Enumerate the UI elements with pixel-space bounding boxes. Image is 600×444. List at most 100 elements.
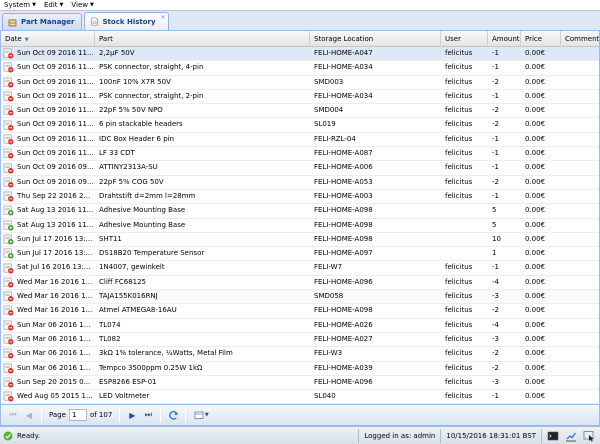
column-header-location[interactable]: Storage Location (310, 31, 441, 47)
table-row[interactable]: Sun Jul 17 2016 13:... SHT11 FELI-HOME-A09… (1, 233, 599, 248)
cell-date-text: Sun Oct 09 2016 11... (17, 63, 94, 72)
cell-part: PSK connector, straight, 2-pin (99, 91, 204, 100)
column-header-price[interactable]: Price (521, 31, 561, 47)
cell-part: TL074 (99, 320, 121, 329)
cell-date: Wed Mar 16 2016 1... (1, 276, 95, 289)
page-count-label: of 107 (89, 411, 113, 419)
column-header-amount[interactable]: Amount (488, 31, 521, 47)
cell-comment (561, 104, 599, 117)
cell-user: felicitus (445, 134, 473, 143)
refresh-icon[interactable] (167, 409, 179, 421)
cell-price: 0.00€ (525, 49, 546, 57)
tab-part-manager[interactable]: Part Manager (2, 13, 82, 30)
table-row[interactable]: Wed Mar 16 2016 1... Atmel ATMEGA8-16AU FE… (1, 304, 599, 319)
stock-remove-icon (3, 148, 14, 159)
cell-location: SMD003 (314, 77, 344, 86)
cell-user: felicitus (445, 91, 473, 100)
chart-icon[interactable] (565, 430, 577, 442)
cell-date: Sun Mar 06 2016 11... (1, 319, 95, 332)
paging-toolbar: ⏮ ◀ Page of 107 ▶ ⏭ ▼ (0, 404, 600, 426)
menu-edit[interactable]: Edit ▼ (40, 0, 67, 11)
cursor-window-icon[interactable] (583, 430, 595, 442)
cell-price: 0.00€ (525, 249, 546, 258)
table-row[interactable]: Thu Sep 22 2016 21... Drahtstift d=2mm l=… (1, 190, 599, 205)
page-number-input[interactable] (68, 409, 87, 421)
close-icon[interactable]: × (160, 14, 167, 21)
table-row[interactable]: Sun Oct 09 2016 09... ATTINY2313A-SU FELI-… (1, 161, 599, 176)
table-row[interactable]: Sun Oct 09 2016 11... IDC Box Header 6 pi… (1, 133, 599, 148)
table-row[interactable]: Sun Sep 20 2015 0... ESP8266 ESP-01 FELI-H… (1, 376, 599, 391)
table-row[interactable]: Sun Mar 06 2016 11... TL082 FELI-HOME-A027… (1, 333, 599, 348)
cell-user: felicitus (445, 306, 473, 315)
table-row[interactable]: Wed Mar 16 2016 1... Cliff FC68125 FELI-HO… (1, 276, 599, 291)
cell-amount: -2 (492, 106, 499, 115)
cell-location: FELI-HOME-A027 (314, 334, 373, 343)
export-menu-button[interactable]: ▼ (192, 409, 210, 421)
cell-part: TAJA155K016RNJ (99, 292, 158, 301)
first-page-icon[interactable]: ⏮ (7, 409, 19, 421)
stock-remove-icon (3, 134, 14, 145)
column-header-date[interactable]: Date ▼ (1, 31, 95, 47)
cell-date-text: Wed Mar 16 2016 1... (17, 277, 93, 286)
column-header-part[interactable]: Part (95, 31, 310, 47)
cell-date: Sat Aug 13 2016 11... (1, 219, 95, 232)
next-page-icon[interactable]: ▶ (126, 409, 138, 421)
cell-comment (561, 362, 599, 375)
column-header-comment[interactable]: Comment (561, 31, 599, 47)
cell-location: FELI-HOME-A039 (314, 363, 373, 372)
cell-price: 0.00€ (525, 77, 546, 86)
table-row[interactable]: Sat Aug 13 2016 11... Adhesive Mounting B… (1, 204, 599, 219)
table-row[interactable]: Sat Aug 13 2016 11... Adhesive Mounting B… (1, 219, 599, 233)
check-circle-icon (3, 431, 13, 440)
tab-stock-history[interactable]: Stock History × (83, 12, 169, 30)
cell-date-text: Wed Aug 05 2015 1... (17, 392, 93, 401)
last-page-icon[interactable]: ⏭ (142, 409, 154, 421)
cell-part: SHT11 (99, 234, 122, 243)
table-row[interactable]: Sun Mar 06 2016 11... Tempco 3500ppm 0.25… (1, 362, 599, 376)
table-row[interactable]: Sun Mar 06 2016 11... TL074 FELI-HOME-A026… (1, 319, 599, 333)
cell-price: 0.00€ (525, 63, 546, 72)
menu-edit-label: Edit (43, 1, 58, 9)
table-row[interactable]: Sun Oct 09 2016 11... PSK connector, stra… (1, 61, 599, 76)
cell-user: felicitus (445, 320, 473, 329)
cell-comment (561, 161, 599, 174)
stock-remove-icon (3, 391, 14, 402)
cell-price: 0.00€ (525, 363, 546, 372)
table-row[interactable]: Sun Oct 09 2016 09... 22pF 5% COG 50V FELI… (1, 176, 599, 190)
cell-date: Wed Mar 16 2016 1... (1, 290, 95, 303)
cell-date: Sun Oct 09 2016 11... (1, 104, 95, 117)
cell-comment (561, 319, 599, 332)
terminal-icon[interactable] (547, 430, 559, 442)
table-row[interactable]: Wed Aug 05 2015 1... LED Voltmeter SL040 fe… (1, 390, 599, 404)
cell-location: SMD058 (314, 292, 344, 301)
cell-location: FELI-HOME-A098 (314, 220, 373, 229)
cell-user: felicitus (445, 177, 473, 186)
stock-remove-icon (3, 163, 14, 174)
cell-amount: -4 (492, 320, 499, 329)
cell-date: Sun Oct 09 2016 09... (1, 176, 95, 189)
column-header-user[interactable]: User (441, 31, 488, 47)
table-row[interactable]: Sat Jul 16 2016 13:... 1N4007, gewinkelt F… (1, 261, 599, 276)
previous-page-icon[interactable]: ◀ (23, 409, 35, 421)
table-row[interactable]: Sun Oct 09 2016 11... 22pF 5% 50V NPO SMD0… (1, 104, 599, 119)
cell-part: Drahtstift d=2mm l=28mm (99, 191, 196, 200)
table-row[interactable]: Sun Jul 17 2016 13:... DS18B20 Temperatur… (1, 247, 599, 262)
table-row[interactable]: Sun Oct 09 2016 11... LF 33 CDT FELI-HOME-… (1, 147, 599, 162)
menu-system[interactable]: System ▼ (0, 0, 40, 11)
table-row[interactable]: Sun Oct 09 2016 11... 6 pin stackable hea… (1, 118, 599, 133)
table-row[interactable]: Sun Mar 06 2016 11... 3kΩ 1% tolerance, ¼… (1, 347, 599, 362)
cell-location: FELI-HOME-A087 (314, 149, 373, 158)
cell-date-text: Wed Mar 16 2016 1... (17, 292, 93, 301)
table-row[interactable]: Wed Mar 16 2016 1... TAJA155K016RNJ SMD058… (1, 290, 599, 305)
table-row[interactable]: Sun Oct 09 2016 11... 100nF 10% X7R 50V SM… (1, 76, 599, 90)
table-row[interactable]: Sun Oct 09 2016 11... 2,2µF 50V FELI-HOME-… (1, 47, 599, 62)
menu-view[interactable]: View ▼ (67, 0, 97, 11)
cell-location: FELI-HOME-A098 (314, 206, 373, 215)
stock-remove-icon (3, 77, 14, 88)
cell-comment (561, 376, 599, 389)
cell-user: felicitus (445, 149, 473, 158)
cell-price: 0.00€ (525, 377, 546, 386)
cell-user: felicitus (445, 263, 473, 272)
table-row[interactable]: Sun Oct 09 2016 11... PSK connector, stra… (1, 90, 599, 105)
refresh-icon-glyph (169, 410, 178, 420)
